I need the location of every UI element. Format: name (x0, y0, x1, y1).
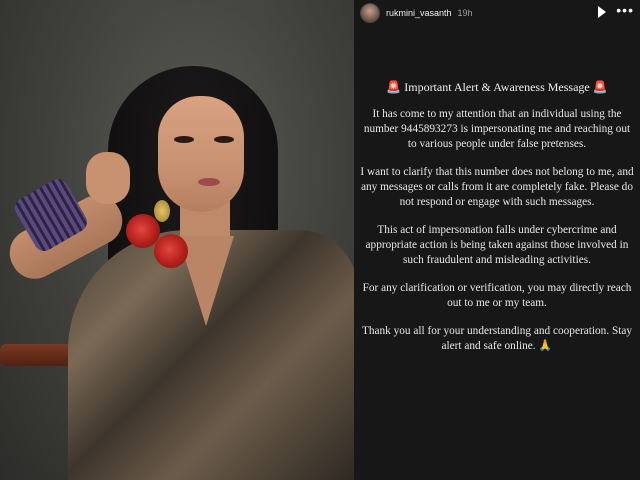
message-paragraph: It has come to my attention that an indi… (363, 108, 631, 150)
earring (154, 200, 170, 222)
right-eye (214, 136, 234, 143)
message-paragraph: I want to clarify that this number does … (360, 166, 634, 208)
left-eye (174, 136, 194, 143)
timestamp: 19h (457, 8, 473, 18)
play-icon[interactable] (598, 6, 606, 18)
lips (198, 178, 220, 186)
rotating-light-icon: 🚨 (592, 80, 608, 94)
story-message: 🚨 Important Alert & Awareness Message 🚨 … (360, 80, 634, 367)
more-icon[interactable]: ••• (616, 3, 634, 17)
avatar[interactable] (360, 3, 380, 23)
rotating-light-icon: 🚨 (386, 80, 402, 94)
message-paragraph: This act of impersonation falls under cy… (365, 224, 629, 266)
rose-flower (154, 234, 188, 268)
face (158, 96, 244, 212)
story-header: rukmini_vasanth 19h ••• (354, 0, 640, 26)
alert-title-text: Important Alert & Awareness Message (404, 80, 590, 94)
hand (86, 152, 130, 204)
message-paragraph: Thank you all for your understanding and… (361, 325, 633, 352)
portrait-photo (0, 0, 354, 480)
username[interactable]: rukmini_vasanth (386, 8, 452, 18)
alert-title: 🚨 Important Alert & Awareness Message 🚨 (360, 80, 634, 95)
message-paragraph: For any clarification or verification, y… (362, 282, 632, 309)
story-panel: rukmini_vasanth 19h ••• 🚨 Important Aler… (354, 0, 640, 480)
